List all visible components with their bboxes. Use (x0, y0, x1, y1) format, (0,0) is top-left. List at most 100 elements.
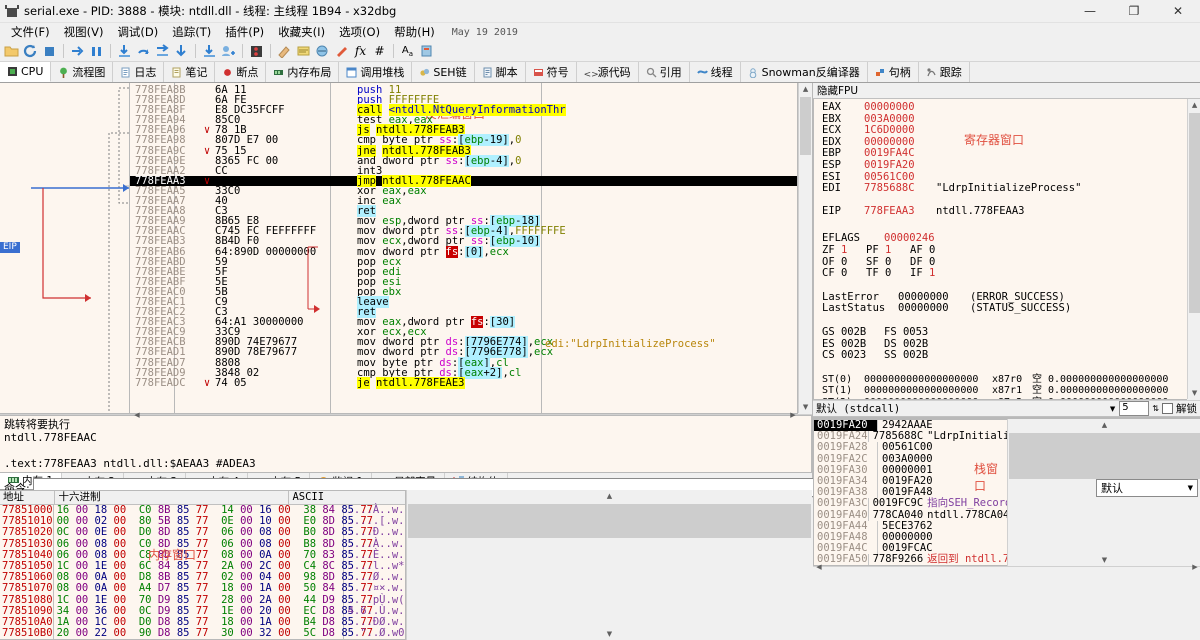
dump-row[interactable]: 778510B020 00 22 00 90 D8 85 77 30 00 32… (0, 628, 405, 639)
segment-row[interactable]: ES 002BDS 002B (814, 339, 1187, 351)
font-icon[interactable]: Aa (399, 43, 416, 60)
fpu-row[interactable]: ST(0)0000000000000000000x87r0空0.00000000… (814, 374, 1187, 386)
minimize-button[interactable]: — (1068, 0, 1112, 22)
bookmark-icon[interactable] (333, 43, 350, 60)
restart-icon[interactable] (22, 43, 39, 60)
menu-item-options[interactable]: 选项(O) (332, 23, 387, 41)
scroll-up-arrow[interactable]: ▲ (1008, 419, 1200, 431)
tab-trace[interactable]: 跟踪 (919, 62, 970, 82)
tab-cpu[interactable]: CPU (0, 62, 51, 82)
register-value[interactable]: 778FEAA3 (864, 206, 936, 218)
pause-icon[interactable] (88, 43, 105, 60)
tab-handles[interactable]: 句柄 (868, 62, 919, 82)
maximize-button[interactable]: ❐ (1112, 0, 1156, 22)
menu-item-trace[interactable]: 追踪(T) (165, 23, 218, 41)
dump-col-address[interactable]: 地址 (0, 491, 55, 504)
dump-rows[interactable]: 7785100016 00 18 00 C0 8B 85 77 14 00 16… (0, 505, 405, 639)
spinner-icon[interactable]: ⇅ (1149, 404, 1162, 413)
flag-if[interactable]: IF 1 (910, 268, 954, 280)
tab-script[interactable]: 脚本 (475, 62, 526, 82)
tab-threads[interactable]: 线程 (690, 62, 741, 82)
calling-convention-label[interactable]: 默认 (stdcall) (816, 401, 1106, 416)
command-profile-select[interactable]: 默认 ▼ (1096, 479, 1198, 497)
flag-tf[interactable]: TF 0 (866, 268, 910, 280)
disassembly-row[interactable]: 778FEAC05Bpop ebx (130, 287, 797, 297)
tab-memory-map[interactable]: 内存布局 (266, 62, 339, 82)
register-value[interactable]: 7785688C (864, 183, 936, 195)
attach-icon[interactable] (220, 43, 237, 60)
flag-row[interactable]: CF 0TF 0IF 1 (814, 268, 1187, 280)
disassembly-row[interactable]: 778FEAB38B4D F0mov ecx,dword ptr ss:[ebp… (130, 236, 797, 246)
menu-item-favourites[interactable]: 收藏夹(I) (271, 23, 332, 41)
run-icon[interactable] (69, 43, 86, 60)
tab-seh[interactable]: SEH链 (412, 62, 474, 82)
disassembly-row[interactable]: 778FEA9E8365 FC 00and dword ptr ss:[ebp-… (130, 156, 797, 166)
step-into-icon[interactable] (116, 43, 133, 60)
tab-breakpoints[interactable]: 断点 (215, 62, 266, 82)
stack-row[interactable]: 0019FA2800561C00 (814, 442, 1007, 453)
disassembly-view[interactable]: EIP 反汇编窗口 778FEA8B6A 11push 11778FEA8D6A… (0, 83, 798, 414)
menu-item-view[interactable]: 视图(V) (57, 23, 111, 41)
disassembly-row[interactable]: 778FEABD59pop ecx (130, 257, 797, 267)
open-icon[interactable] (3, 43, 20, 60)
stack-hscrollbar[interactable]: ◀ ▶ (813, 566, 1200, 567)
dump-hex[interactable]: 20 00 22 00 90 D8 85 77 30 00 32 00 5C D… (54, 628, 344, 639)
hash-icon[interactable]: # (371, 43, 388, 60)
scroll-down-arrow[interactable]: ▼ (799, 401, 812, 413)
stop-icon[interactable] (41, 43, 58, 60)
register-value[interactable]: 00000000 (864, 102, 936, 114)
stack-row[interactable]: 0019FA40778CA040ntdll.778CA040 (814, 510, 1007, 521)
patch-icon[interactable] (276, 43, 293, 60)
stack-row[interactable]: 0019FA3C0019FC9C指向SEH_Record[1]的指针 (814, 498, 1007, 509)
menu-item-debug[interactable]: 调试(D) (110, 23, 165, 41)
scroll-down-arrow[interactable]: ▼ (407, 628, 812, 640)
segment-gs[interactable]: GS 002B (822, 327, 884, 339)
scroll-down-arrow[interactable]: ▼ (1008, 554, 1200, 566)
hide-fpu-toggle[interactable]: 隐藏FPU (817, 83, 858, 98)
fpu-row[interactable]: ST(1)0000000000000000000x87r1空0.00000000… (814, 385, 1187, 397)
segment-row[interactable]: CS 0023SS 002B (814, 350, 1187, 362)
disassembly-row[interactable]: 778FEADC∨74 05je ntdll.778FEAE3 (130, 378, 797, 388)
close-button[interactable]: ✕ (1156, 0, 1200, 22)
unlock-checkbox[interactable] (1162, 403, 1173, 414)
memory-dump-view[interactable]: 内存窗口 地址 十六进制 ASCII 7785100016 00 18 00 C… (0, 490, 406, 640)
tab-references[interactable]: 引用 (639, 62, 690, 82)
tab-symbols[interactable]: 符号 (526, 62, 577, 82)
segment-cs[interactable]: CS 0023 (822, 350, 884, 362)
disassembly-hscrollbar[interactable]: ◀ ▶ (0, 414, 812, 415)
stack-value[interactable]: 00561C00 (878, 442, 944, 453)
scroll-up-arrow[interactable]: ▲ (799, 83, 812, 95)
flag-cf[interactable]: CF 0 (822, 268, 866, 280)
disassembly-row[interactable]: 778FEAC1C9leave (130, 297, 797, 307)
disassembly-row[interactable]: 778FEAA533C0xor eax,eax (130, 186, 797, 196)
tab-notes[interactable]: 笔记 (164, 62, 215, 82)
register-value[interactable]: 0019FA20 (864, 160, 936, 172)
registers-scrollbar[interactable]: ▲ ▼ (1187, 99, 1200, 399)
menu-item-file[interactable]: 文件(F) (4, 23, 57, 41)
step-over-icon[interactable] (135, 43, 152, 60)
menu-item-plugins[interactable]: 插件(P) (218, 23, 271, 41)
stack-view[interactable]: 栈窗口 0019FA202942AAAE0019FA247785688C"Ldr… (813, 419, 1007, 566)
settings-icon[interactable] (418, 43, 435, 60)
stack-value[interactable]: 0019FC9C (869, 498, 924, 509)
tab-log[interactable]: 日志 (113, 62, 164, 82)
comment-icon[interactable] (295, 43, 312, 60)
scroll-down-arrow[interactable]: ▼ (1188, 387, 1200, 399)
flag-row[interactable]: ZF 1PF 1AF 0 (814, 245, 1187, 257)
disassembly-scrollbar[interactable]: ▲ ▼ (798, 83, 812, 413)
register-row[interactable]: EDI7785688C"LdrpInitializeProcess" (814, 183, 1187, 195)
dump-ascii[interactable]: ."..Ø.w0.2.\Ø.w (344, 628, 406, 639)
stack-value[interactable]: 778CA040 (869, 510, 924, 521)
disassembly-row[interactable]: 778FEABE5Fpop edi (130, 267, 797, 277)
tab-snowman[interactable]: Snowman反编译器 (741, 62, 868, 82)
breakpoint-list-icon[interactable] (248, 43, 265, 60)
tab-source[interactable]: <>源代码 (577, 62, 639, 82)
segment-row[interactable]: GS 002BFS 0053 (814, 327, 1187, 339)
registers-view[interactable]: 寄存器窗口 EAX00000000EBX003A0000ECX1C6D0000E… (813, 99, 1187, 400)
arg-count-input[interactable]: 5 (1119, 401, 1149, 416)
scroll-up-arrow[interactable]: ▲ (1188, 99, 1200, 111)
ascii-icon[interactable] (314, 43, 331, 60)
register-row-eip[interactable]: EIP778FEAA3ntdll.778FEAA3 (814, 206, 1187, 218)
register-row[interactable]: ESP0019FA20 (814, 160, 1187, 172)
dump-col-hex[interactable]: 十六进制 (55, 491, 289, 504)
